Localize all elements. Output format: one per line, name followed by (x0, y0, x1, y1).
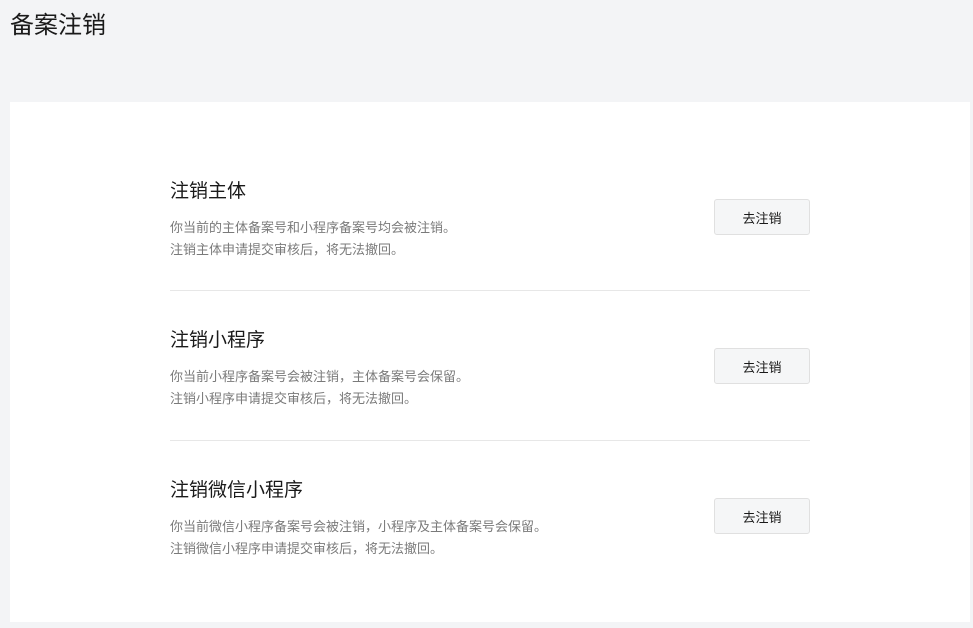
content-card: 注销主体 你当前的主体备案号和小程序备案号均会被注销。 注销主体申请提交审核后，… (10, 102, 970, 622)
description-line: 注销微信小程序申请提交审核后，将无法撤回。 (170, 542, 444, 557)
cancel-entity-button[interactable]: 去注销 (714, 199, 810, 235)
section-title: 注销小程序 (170, 329, 266, 351)
description-line: 注销主体申请提交审核后，将无法撤回。 (170, 243, 405, 258)
cancel-miniprogram-button[interactable]: 去注销 (714, 348, 810, 384)
section-description: 你当前微信小程序备案号会被注销，小程序及主体备案号会保留。 注销微信小程序申请提… (170, 517, 547, 561)
section-description: 你当前的主体备案号和小程序备案号均会被注销。 注销主体申请提交审核后，将无法撤回… (170, 218, 456, 262)
description-line: 注销小程序申请提交审核后，将无法撤回。 (170, 392, 418, 407)
cancel-wechat-miniprogram-button[interactable]: 去注销 (714, 498, 810, 534)
description-line: 你当前的主体备案号和小程序备案号均会被注销。 (170, 221, 457, 236)
description-line: 你当前微信小程序备案号会被注销，小程序及主体备案号会保留。 (170, 520, 548, 535)
section-description: 你当前小程序备案号会被注销，主体备案号会保留。 注销小程序申请提交审核后，将无法… (170, 367, 469, 411)
divider (170, 440, 810, 441)
divider (170, 290, 810, 291)
description-line: 你当前小程序备案号会被注销，主体备案号会保留。 (170, 370, 470, 385)
section-title: 注销微信小程序 (170, 479, 304, 501)
page-title: 备案注销 (10, 11, 106, 39)
section-title: 注销主体 (170, 180, 247, 202)
